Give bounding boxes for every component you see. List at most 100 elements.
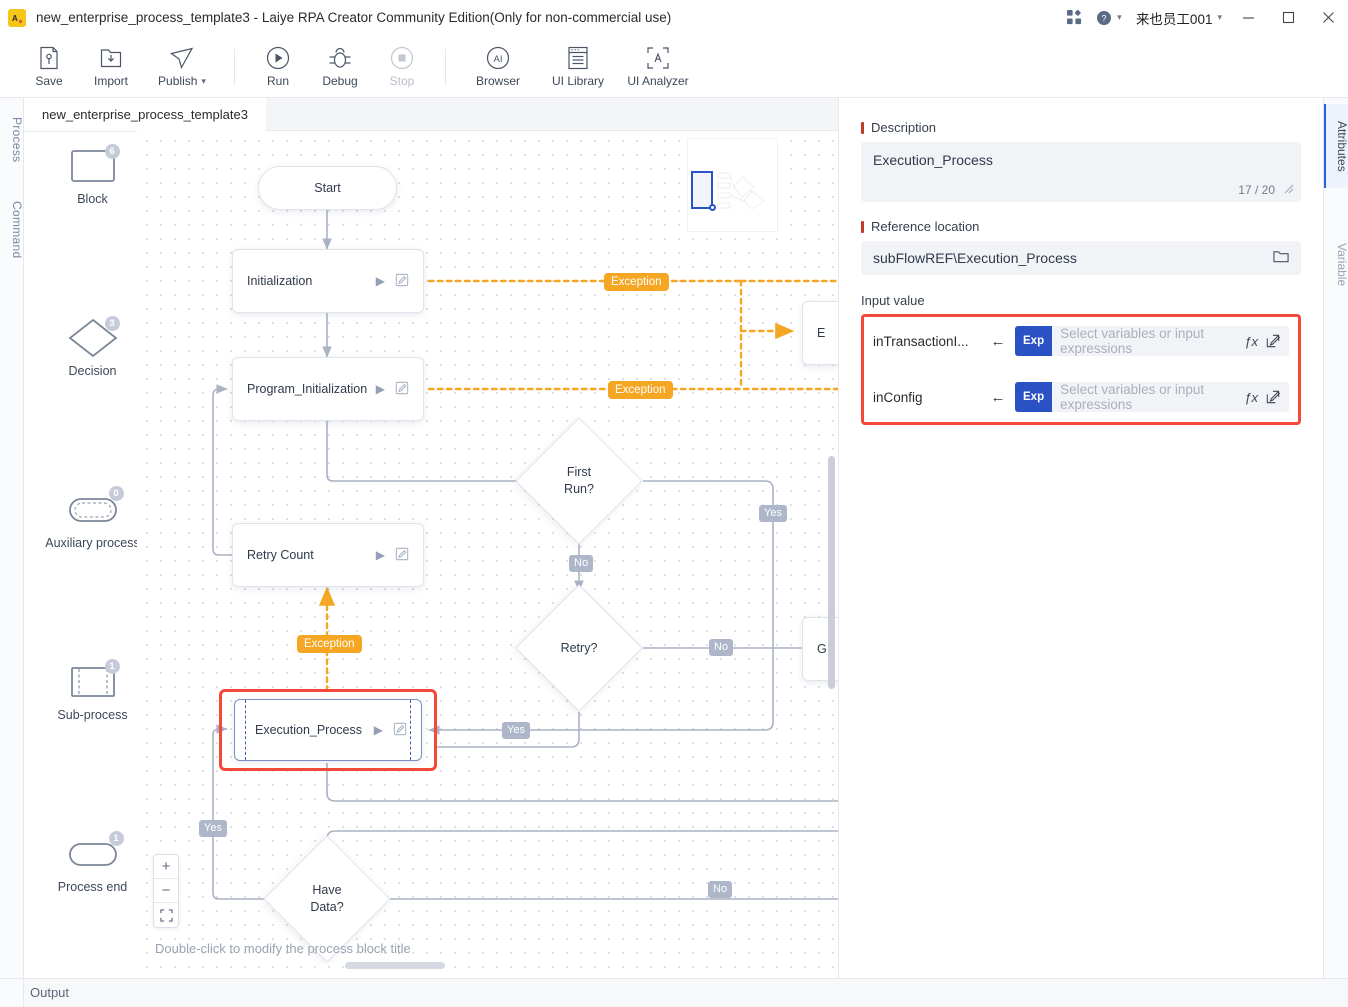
grid-apps-icon[interactable] [1058,0,1092,36]
flow-node-start-label: Start [314,181,341,195]
browser-icon: AI [486,45,510,71]
output-label: Output [30,985,70,1000]
palette-label-process-end: Process end [57,880,128,894]
panel-tab-variable[interactable]: Variable [1324,230,1348,300]
save-label: Save [35,74,63,88]
flow-canvas[interactable]: Start Initialization ▶ Program_Initializ… [137,131,838,972]
run-node-icon[interactable]: ▶ [376,548,385,562]
tab-new-enterprise-process-template3[interactable]: new_enterprise_process_template3 [24,98,266,131]
ui-analyzer-button[interactable]: UI Analyzer [618,38,698,96]
input-expression-placeholder: Select variables or input expressions [1060,382,1205,412]
minimap-viewport[interactable] [691,171,713,209]
input-direction-arrow-icon: ← [990,332,1006,350]
stop-icon [390,45,414,71]
flow-node-start[interactable]: Start [258,166,397,210]
description-label-text: Description [871,120,937,135]
right-tab-strip: Attributes Variable [1323,98,1348,978]
ui-library-icon [567,45,589,71]
run-button[interactable]: Run [247,38,309,96]
fx-icon[interactable]: ƒx [1244,390,1266,405]
browser-button[interactable]: AI Browser [458,38,538,96]
edit-square-icon[interactable] [1266,334,1289,348]
close-button[interactable] [1308,0,1348,36]
subprocess-dash-right [410,700,411,760]
flow-node-execution-process[interactable]: Execution_Process ▶ [234,699,422,761]
publish-button[interactable]: Publish ▾ [142,38,222,96]
run-icon [266,45,290,71]
minimize-button[interactable] [1228,0,1268,36]
edge-label-exception-2: Exception [608,381,673,399]
folder-open-icon[interactable] [1273,249,1289,267]
run-node-icon[interactable]: ▶ [376,274,385,288]
run-node-icon[interactable]: ▶ [374,723,383,737]
required-marker-icon [861,220,864,233]
edit-node-icon[interactable] [395,547,409,564]
debug-label: Debug [322,74,358,88]
reference-location-label-text: Reference location [871,219,980,234]
import-button[interactable]: Import [80,38,142,96]
fit-screen-icon[interactable] [154,903,178,927]
ui-library-button[interactable]: UI Library [538,38,618,96]
edit-node-icon[interactable] [393,722,407,739]
edit-node-icon[interactable] [395,273,409,290]
input-expression-field[interactable]: Exp Select variables or input expression… [1015,326,1289,356]
input-value-row: inTransactionI... ← Exp Select variables… [873,326,1289,356]
help-circle-icon[interactable]: ? ▾ [1092,0,1126,36]
sidebar-tab-process[interactable]: Process [0,108,24,172]
description-value: Execution_Process [873,152,993,168]
stop-button[interactable]: Stop [371,38,433,96]
flow-node-clipped-e[interactable]: E [802,301,838,365]
resize-grip-icon[interactable] [1284,184,1294,197]
canvas-horizontal-scrollbar[interactable] [345,962,445,969]
user-chevron-down-icon[interactable]: ▾ [1217,12,1222,23]
zoom-in-button[interactable]: + [154,855,178,879]
exp-badge[interactable]: Exp [1015,326,1053,356]
save-button[interactable]: Save [18,38,80,96]
fx-icon[interactable]: ƒx [1244,334,1266,349]
exp-badge[interactable]: Exp [1015,382,1053,412]
edge-label-no-retry: No [709,639,734,656]
sidebar-tab-command[interactable]: Command [0,190,24,270]
edit-square-icon[interactable] [1266,390,1289,404]
help-chevron-down-icon[interactable]: ▾ [1117,12,1122,23]
save-icon [38,45,60,71]
user-name: 来也员工001 [1135,11,1213,27]
flow-node-program-initialization[interactable]: Program_Initialization ▶ [232,357,424,421]
flow-node-retry-count-label: Retry Count [247,548,314,562]
edit-node-icon[interactable] [395,381,409,398]
canvas-minimap[interactable] [687,138,778,232]
input-direction-arrow-icon: ← [990,388,1006,406]
canvas-vertical-scrollbar[interactable] [828,456,835,689]
output-bar[interactable]: Output [0,978,1348,1007]
panel-tab-attributes[interactable]: Attributes [1324,104,1348,188]
decision-shape-icon: 3 [64,316,122,360]
flow-node-initialization[interactable]: Initialization ▶ [232,249,424,313]
sub-process-shape-icon: 1 [64,659,122,704]
decision-count-badge: 3 [104,316,120,331]
process-end-count-badge: 1 [108,831,124,846]
reference-location-value: subFlowREF\Execution_Process [873,250,1077,266]
flow-node-clipped-e-label: E [817,326,826,340]
user-menu[interactable]: 来也员工001 ▾ [1126,8,1228,28]
input-expression-placeholder: Select variables or input expressions [1060,326,1205,356]
publish-chevron-down-icon[interactable]: ▾ [201,76,206,87]
main-toolbar: Save Import Publish ▾ Run Debug Stop AI … [0,36,1348,98]
debug-button[interactable]: Debug [309,38,371,96]
svg-text:A: A [12,14,18,23]
required-marker-icon [861,121,864,134]
description-input[interactable]: Execution_Process 17 / 20 [861,142,1301,202]
zoom-out-button[interactable]: − [154,879,178,903]
output-left-block [0,979,24,1007]
title-bar: A new_enterprise_process_template3 - Lai… [0,0,1348,36]
minimap-resize-handle[interactable] [709,204,716,211]
description-char-counter: 17 / 20 [1238,183,1275,197]
input-expression-field[interactable]: Exp Select variables or input expression… [1015,382,1289,412]
reference-location-input[interactable]: subFlowREF\Execution_Process [861,241,1301,275]
maximize-button[interactable] [1268,0,1308,36]
publish-label: Publish [158,74,198,88]
run-node-icon[interactable]: ▶ [376,382,385,396]
flow-node-retry-count[interactable]: Retry Count ▶ [232,523,424,587]
canvas-hint-text: Double-click to modify the process block… [155,941,411,956]
run-label: Run [266,74,289,88]
subprocess-dash-left [245,700,246,760]
